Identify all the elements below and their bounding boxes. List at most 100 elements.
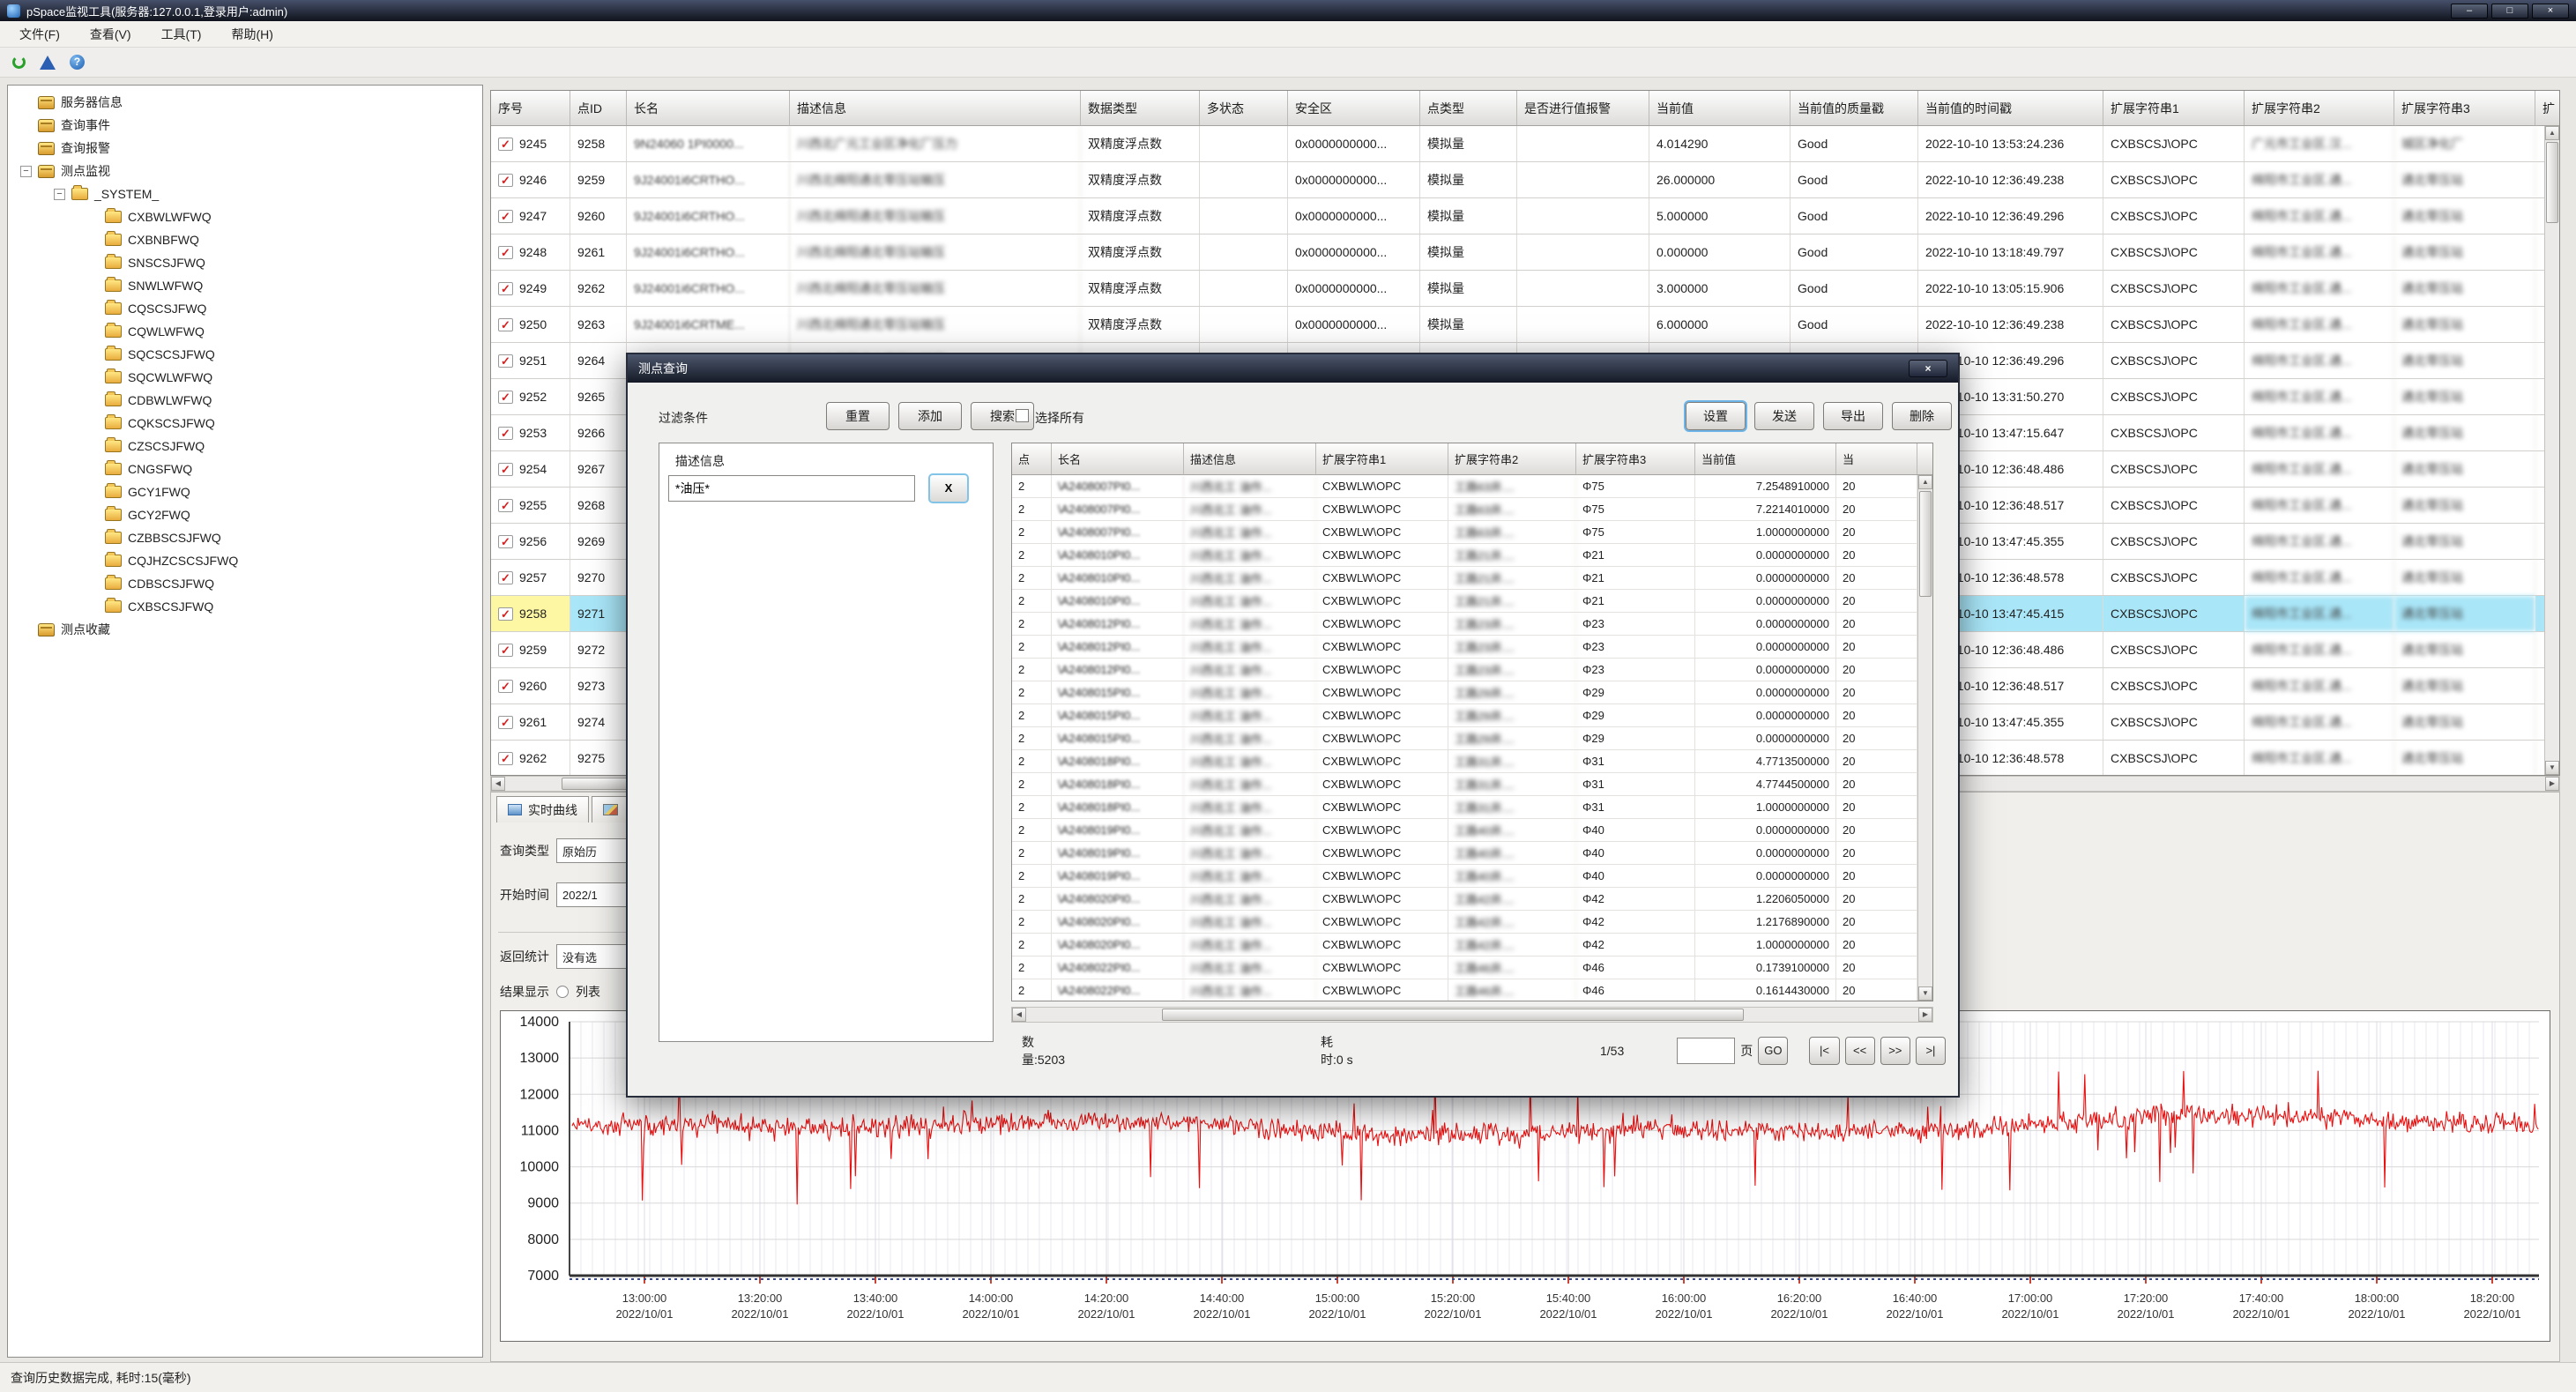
sidebar-item-CQKSCSJFWQ[interactable]: CQKSCSJFWQ bbox=[8, 412, 482, 435]
dialog-table-row[interactable]: 2\A2408012PI0...川西北工 油作...CXBWLW\OPC工路23… bbox=[1012, 613, 1932, 636]
sidebar-item-GCY1FWQ[interactable]: GCY1FWQ bbox=[8, 480, 482, 503]
close-button[interactable]: × bbox=[2532, 4, 2569, 19]
dialog-column-header-3[interactable]: 扩展字符串1 bbox=[1316, 443, 1448, 474]
sidebar-item-测点监视[interactable]: −测点监视 bbox=[8, 160, 482, 182]
dialog-vertical-scrollbar[interactable]: ▲▼ bbox=[1917, 475, 1932, 1001]
sidebar-item-CZBBSCSJFWQ[interactable]: CZBBSCSJFWQ bbox=[8, 526, 482, 549]
sidebar-item-服务器信息[interactable]: 服务器信息 bbox=[8, 91, 482, 114]
scrollbar-thumb[interactable] bbox=[1162, 1009, 1744, 1021]
dialog-table-row[interactable]: 2\A2408019PI0...川西北工 油作...CXBWLW\OPC工路40… bbox=[1012, 842, 1932, 865]
dialog-table-row[interactable]: 2\A2408018PI0...川西北工 油作...CXBWLW\OPC工路31… bbox=[1012, 750, 1932, 773]
list-radio[interactable] bbox=[556, 986, 569, 998]
column-header-10[interactable]: 当前值的质量戳 bbox=[1791, 91, 1918, 125]
dialog-column-header-0[interactable]: 点 bbox=[1012, 443, 1052, 474]
prev-page-button[interactable]: << bbox=[1845, 1037, 1875, 1065]
scroll-left-icon[interactable]: ◀ bbox=[491, 777, 505, 791]
dialog-table-row[interactable]: 2\A2408012PI0...川西北工 油作...CXBWLW\OPC工路23… bbox=[1012, 659, 1932, 681]
sidebar-item-CNGSFWQ[interactable]: CNGSFWQ bbox=[8, 458, 482, 480]
column-header-11[interactable]: 当前值的时间戳 bbox=[1918, 91, 2103, 125]
dialog-table-row[interactable]: 2\A2408010PI0...川西北工 油作...CXBWLW\OPC工路21… bbox=[1012, 590, 1932, 613]
sidebar-item-SQCWLWFWQ[interactable]: SQCWLWFWQ bbox=[8, 366, 482, 389]
expander-icon[interactable]: − bbox=[54, 189, 65, 200]
dialog-table-row[interactable]: 2\A2408020PI0...川西北工 油作...CXBWLW\OPC工路42… bbox=[1012, 888, 1932, 911]
menu-item-1[interactable]: 查看(V) bbox=[90, 26, 131, 43]
sidebar-item-SNWLWFWQ[interactable]: SNWLWFWQ bbox=[8, 274, 482, 297]
sidebar-item-CQJHZCSCSJFWQ[interactable]: CQJHZCSCSJFWQ bbox=[8, 549, 482, 572]
column-header-2[interactable]: 长名 bbox=[627, 91, 790, 125]
sidebar-item-测点收藏[interactable]: 测点收藏 bbox=[8, 618, 482, 641]
sidebar-item-CXBSCSJFWQ[interactable]: CXBSCSJFWQ bbox=[8, 595, 482, 618]
expander-icon[interactable]: − bbox=[20, 166, 32, 177]
table-row[interactable]: ✓924692599J24001i6CRTHO...川西北绵阳通北零压站输压双精… bbox=[491, 162, 2559, 198]
table-vertical-scrollbar[interactable]: ▲▼ bbox=[2544, 126, 2559, 775]
dialog-table-row[interactable]: 2\A2408007PI0...川西北工 油作...CXBWLW\OPC工路63… bbox=[1012, 521, 1932, 544]
minimize-button[interactable]: – bbox=[2451, 4, 2488, 19]
dialog-column-header-2[interactable]: 描述信息 bbox=[1184, 443, 1316, 474]
menu-item-0[interactable]: 文件(F) bbox=[19, 26, 60, 43]
dialog-close-button[interactable]: × bbox=[1909, 360, 1947, 377]
monitor-icon[interactable] bbox=[40, 56, 56, 70]
last-page-button[interactable]: >| bbox=[1916, 1037, 1946, 1065]
dialog-column-header-5[interactable]: 扩展字符串3 bbox=[1576, 443, 1695, 474]
help-icon[interactable]: ? bbox=[70, 55, 85, 70]
tab-realtime-curve[interactable]: 实时曲线 bbox=[496, 796, 589, 823]
scrollbar-thumb[interactable] bbox=[1919, 491, 1932, 597]
sidebar-item-_SYSTEM_[interactable]: −_SYSTEM_ bbox=[8, 182, 482, 205]
sidebar-item-CXBWLWFWQ[interactable]: CXBWLWFWQ bbox=[8, 205, 482, 228]
sidebar-item-查询报警[interactable]: 查询报警 bbox=[8, 137, 482, 160]
scroll-down-icon[interactable]: ▼ bbox=[2545, 761, 2559, 775]
dialog-horizontal-scrollbar[interactable]: ◀ ▶ bbox=[1011, 1007, 1933, 1023]
table-row[interactable]: ✓924992629J24001i6CRTHO...川西北绵阳通北零压站输压双精… bbox=[491, 271, 2559, 307]
desc-filter-input[interactable] bbox=[668, 475, 915, 502]
dialog-table-row[interactable]: 2\A2408019PI0...川西北工 油作...CXBWLW\OPC工路40… bbox=[1012, 819, 1932, 842]
sidebar-item-查询事件[interactable]: 查询事件 bbox=[8, 114, 482, 137]
first-page-button[interactable]: |< bbox=[1809, 1037, 1839, 1065]
table-row[interactable]: ✓924892619J24001i6CRTHO...川西北绵阳通北零压站输压双精… bbox=[491, 234, 2559, 271]
dialog-table-row[interactable]: 2\A2408018PI0...川西北工 油作...CXBWLW\OPC工路31… bbox=[1012, 796, 1932, 819]
column-header-5[interactable]: 多状态 bbox=[1200, 91, 1288, 125]
scroll-up-icon[interactable]: ▲ bbox=[1918, 475, 1932, 489]
column-header-3[interactable]: 描述信息 bbox=[790, 91, 1081, 125]
column-header-6[interactable]: 安全区 bbox=[1288, 91, 1420, 125]
scroll-right-icon[interactable]: ▶ bbox=[1918, 1008, 1932, 1022]
sidebar-item-GCY2FWQ[interactable]: GCY2FWQ bbox=[8, 503, 482, 526]
column-header-9[interactable]: 当前值 bbox=[1649, 91, 1791, 125]
table-row[interactable]: ✓925092639J24001i6CRTME...川西北绵阳通北零压站输压双精… bbox=[491, 307, 2559, 343]
dialog-table-row[interactable]: 2\A2408010PI0...川西北工 油作...CXBWLW\OPC工路21… bbox=[1012, 544, 1932, 567]
sidebar-item-CZSCSJFWQ[interactable]: CZSCSJFWQ bbox=[8, 435, 482, 458]
sidebar-item-CQWLWFWQ[interactable]: CQWLWFWQ bbox=[8, 320, 482, 343]
column-header-13[interactable]: 扩展字符串2 bbox=[2245, 91, 2394, 125]
dialog-table-row[interactable]: 2\A2408022PI0...川西北工 油作...CXBWLW\OPC工路46… bbox=[1012, 979, 1932, 1001]
maximize-button[interactable]: □ bbox=[2491, 4, 2528, 19]
dialog-table-row[interactable]: 2\A2408019PI0...川西北工 油作...CXBWLW\OPC工路40… bbox=[1012, 865, 1932, 888]
sidebar-item-CDBSCSJFWQ[interactable]: CDBSCSJFWQ bbox=[8, 572, 482, 595]
settings-button[interactable]: 设置 bbox=[1686, 402, 1746, 430]
menu-item-3[interactable]: 帮助(H) bbox=[231, 26, 272, 43]
column-header-14[interactable]: 扩展字符串3 bbox=[2394, 91, 2535, 125]
scroll-down-icon[interactable]: ▼ bbox=[1918, 986, 1932, 1001]
dialog-table-row[interactable]: 2\A2408022PI0...川西北工 油作...CXBWLW\OPC工路46… bbox=[1012, 957, 1932, 979]
dialog-column-header-6[interactable]: 当前值 bbox=[1695, 443, 1836, 474]
menu-item-2[interactable]: 工具(T) bbox=[161, 26, 202, 43]
reset-button[interactable]: 重置 bbox=[826, 402, 890, 430]
dialog-table-row[interactable]: 2\A2408020PI0...川西北工 油作...CXBWLW\OPC工路42… bbox=[1012, 934, 1932, 957]
dialog-column-header-4[interactable]: 扩展字符串2 bbox=[1448, 443, 1576, 474]
column-header-12[interactable]: 扩展字符串1 bbox=[2103, 91, 2245, 125]
column-header-15[interactable]: 扩 bbox=[2535, 91, 2560, 125]
sidebar-item-CXBNBFWQ[interactable]: CXBNBFWQ bbox=[8, 228, 482, 251]
add-button[interactable]: 添加 bbox=[898, 402, 962, 430]
dialog-table-row[interactable]: 2\A2408018PI0...川西北工 油作...CXBWLW\OPC工路31… bbox=[1012, 773, 1932, 796]
dialog-table-row[interactable]: 2\A2408020PI0...川西北工 油作...CXBWLW\OPC工路42… bbox=[1012, 911, 1932, 934]
sidebar-item-SNSCSJFWQ[interactable]: SNSCSJFWQ bbox=[8, 251, 482, 274]
refresh-icon[interactable] bbox=[12, 56, 26, 69]
go-button[interactable]: GO bbox=[1758, 1037, 1788, 1065]
column-header-1[interactable]: 点ID bbox=[570, 91, 627, 125]
table-row[interactable]: ✓924592589N24060 1PI0000...川西北广元工业区净化厂压力… bbox=[491, 126, 2559, 162]
export-button[interactable]: 导出 bbox=[1823, 402, 1883, 430]
dialog-table-row[interactable]: 2\A2408015PI0...川西北工 油作...CXBWLW\OPC工路29… bbox=[1012, 681, 1932, 704]
column-header-4[interactable]: 数据类型 bbox=[1081, 91, 1200, 125]
dialog-table-row[interactable]: 2\A2408010PI0...川西北工 油作...CXBWLW\OPC工路21… bbox=[1012, 567, 1932, 590]
select-all-checkbox[interactable] bbox=[1016, 409, 1029, 422]
page-number-input[interactable] bbox=[1677, 1038, 1735, 1064]
sidebar-item-CQSCSJFWQ[interactable]: CQSCSJFWQ bbox=[8, 297, 482, 320]
